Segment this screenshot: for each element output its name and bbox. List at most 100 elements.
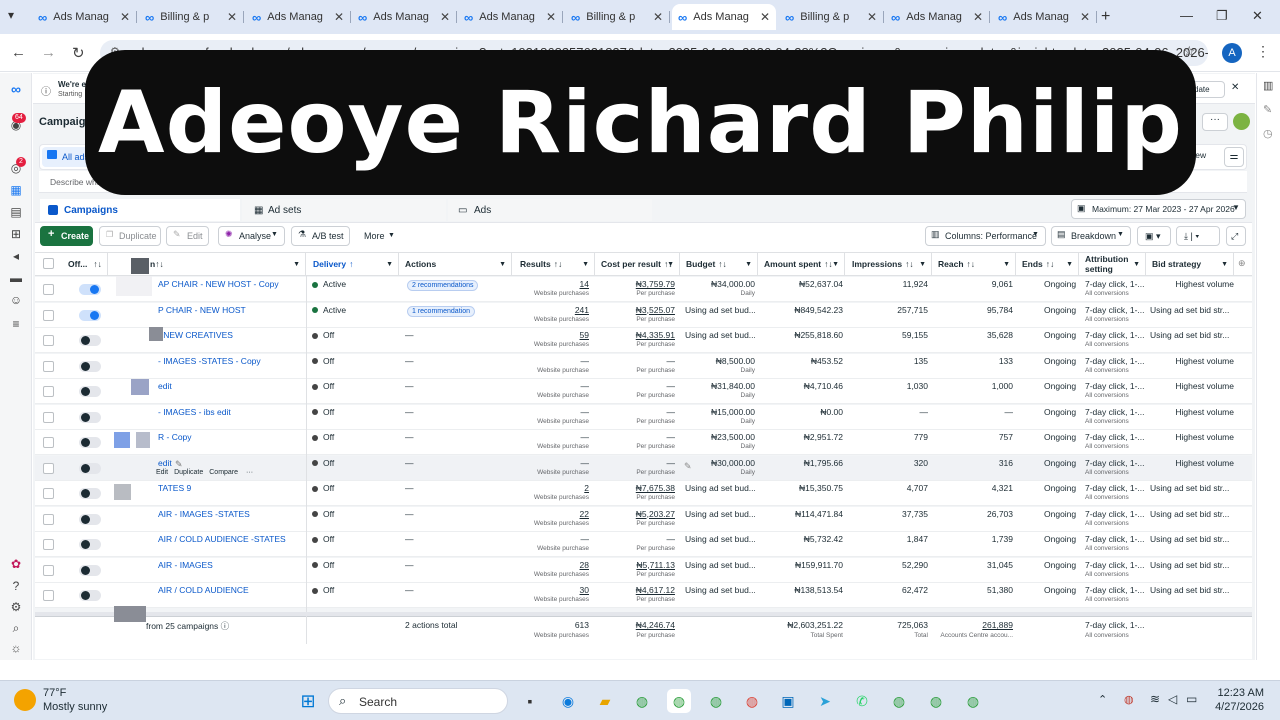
campaign-toggle[interactable] [79,539,101,550]
tab-close-icon[interactable]: ✕ [120,10,130,24]
row-checkbox[interactable] [43,513,54,525]
task-view-icon[interactable]: ▪ [518,689,542,713]
table-row[interactable]: - IMAGES -STATES - Copy Off — — Website purc… [35,353,1252,379]
date-range-picker[interactable]: Maximum: 27 Mar 2023 - 27 Apr 2026 [1071,199,1246,219]
tab-close-icon[interactable]: ✕ [1080,10,1090,24]
browser-tab[interactable]: ∞ Ads Manag ✕ [992,4,1097,30]
header-ends[interactable]: Ends ↑↓ ▼ [1017,252,1079,276]
campaign-toggle[interactable] [79,590,101,601]
more-options-button[interactable]: ··· [1202,113,1228,131]
campaign-name-link[interactable]: edit [158,381,328,391]
chrome-extra-icon[interactable]: ◍ [887,689,911,713]
tab-ad-sets[interactable]: Ad sets [242,199,446,221]
campaigns-table-icon[interactable]: ▦ [8,183,24,197]
row-checkbox[interactable] [43,590,54,601]
profile-avatar[interactable]: A [1222,43,1242,63]
billing-card-icon[interactable]: ▬ [8,271,24,285]
campaign-toggle[interactable] [79,335,101,346]
table-row[interactable]: - IMAGES - ibs edit Off — — Website purchase… [35,404,1252,430]
chart-panel-icon[interactable]: ▥ [1263,79,1273,92]
history-icon[interactable]: ◷ [1263,127,1273,140]
browser-tab[interactable]: ∞ Ads Manag ✕ [246,4,351,30]
row-edit-button[interactable]: Edit [156,469,168,476]
row-more-icon[interactable]: ··· [246,469,253,476]
header-amount-spent[interactable]: Amount spent ↑↓ ▼ [759,252,845,276]
row-checkbox[interactable] [43,411,54,423]
campaign-name-link[interactable]: - NEW CREATIVES [158,330,328,340]
edge-icon[interactable]: ◉ [556,689,580,713]
header-actions[interactable]: Actions ▼ [400,252,512,276]
select-all-checkbox[interactable] [43,258,54,269]
table-row[interactable]: AIR / COLD AUDIENCE -STATES Off — — Website … [35,532,1252,557]
campaign-name-link[interactable]: AIR - IMAGES -STATES [158,509,328,519]
browser-tab[interactable]: ∞ Billing & p ✕ [779,4,884,30]
campaign-name-link[interactable]: AP CHAIR - NEW HOST - Copy [158,279,328,289]
reports-button[interactable]: ▣ ▾ [1137,226,1171,246]
browser-tab[interactable]: ∞ Ads Manag ✕ [672,4,776,30]
whatsapp-icon[interactable]: ✆ [850,689,874,713]
tab-search-icon[interactable]: ▾ [8,8,14,22]
header-off-on[interactable]: Off... ↑↓ [62,252,108,276]
file-explorer-icon[interactable]: ▰ [593,689,617,713]
campaign-toggle[interactable] [79,513,101,525]
settings-flower-icon[interactable]: ✿ [8,557,24,571]
campaign-name-link[interactable]: edit [158,458,328,468]
chrome-alt-icon[interactable]: ◍ [740,689,764,713]
chrome-active-icon[interactable]: ◍ [667,689,691,713]
row-checkbox[interactable] [43,564,54,576]
meta-logo-icon[interactable]: ∞ [8,81,24,97]
notice-close-icon[interactable]: ✕ [1231,82,1239,93]
table-row[interactable]: P CHAIR - NEW HOST Active 1 recommendation… [35,302,1252,328]
browser-tab[interactable]: ∞ Billing & p ✕ [565,4,670,30]
clock-time[interactable]: 12:23 AM [1200,687,1264,699]
reload-icon[interactable]: ↻ [72,44,85,62]
browser-tab[interactable]: ∞ Ads Manag ✕ [352,4,457,30]
header-attribution-setting[interactable]: Attribution setting ▼ [1080,252,1146,276]
battery-icon[interactable]: ▭ [1186,692,1197,706]
chrome-icon[interactable]: ◍ [630,689,654,713]
campaign-toggle[interactable] [79,411,101,423]
tab-close-icon[interactable]: ✕ [653,10,663,24]
row-compare-button[interactable]: Compare [209,469,238,476]
tab-close-icon[interactable]: ✕ [760,10,770,24]
pages-icon[interactable]: ▤ [8,205,24,219]
maximize-icon[interactable]: ❐ [1216,8,1228,24]
audiences-icon[interactable]: ⊞ [8,227,24,241]
recommendations-chip[interactable]: 1 recommendation [407,305,475,317]
campaign-toggle[interactable] [79,462,101,474]
campaign-toggle[interactable] [79,564,101,576]
tab-ads[interactable]: Ads [448,199,652,221]
wifi-icon[interactable]: ≋ [1150,692,1160,706]
weather-sun-icon[interactable] [14,689,36,711]
row-duplicate-button[interactable]: Duplicate [174,469,203,476]
search-icon[interactable]: ⌕ [8,621,24,636]
clock-date[interactable]: 4/27/2026 [1200,701,1264,713]
table-row[interactable]: AP CHAIR - NEW HOST - Copy Active 2 recomm… [35,277,1252,302]
row-checkbox[interactable] [43,335,54,346]
row-checkbox[interactable] [43,437,54,448]
campaign-toggle[interactable] [79,437,101,448]
header-delivery[interactable]: Delivery ↑ ▼ [307,252,399,276]
table-row[interactable]: AIR - IMAGES -STATES Off — 22 Website purcha… [35,506,1252,532]
horizontal-scrollbar[interactable] [35,612,1252,616]
header-reach[interactable]: Reach ↑↓ ▼ [933,252,1016,276]
campaign-toggle[interactable] [79,284,101,295]
header-impressions[interactable]: Impressions ↑↓ ▼ [846,252,932,276]
volume-icon[interactable]: ◁ [1168,692,1177,706]
weather-condition[interactable]: Mostly sunny [43,701,107,713]
row-checkbox[interactable] [43,539,54,550]
campaign-name-link[interactable]: - IMAGES -STATES - Copy [158,356,328,366]
campaign-name-link[interactable]: AIR / COLD AUDIENCE -STATES [158,534,328,544]
campaign-toggle[interactable] [79,488,101,499]
chart-toggle-button[interactable]: ⤢ [1226,226,1246,246]
store-icon[interactable]: ▣ [776,689,800,713]
back-icon[interactable]: ← [11,44,26,61]
table-row[interactable]: edit Off — — Website purchase — Per purchase ₦3… [35,379,1252,404]
more-button[interactable]: More [364,231,385,241]
header-bid-strategy[interactable]: Bid strategy ▼ [1147,252,1234,276]
browser-tab[interactable]: ∞ Ads Manag ✕ [32,4,137,30]
row-checkbox[interactable] [43,462,54,474]
browser-tab[interactable]: ∞ Ads Manag ✕ [885,4,990,30]
weather-temp[interactable]: 77°F [43,687,66,699]
chrome-extra2-icon[interactable]: ◍ [924,689,948,713]
